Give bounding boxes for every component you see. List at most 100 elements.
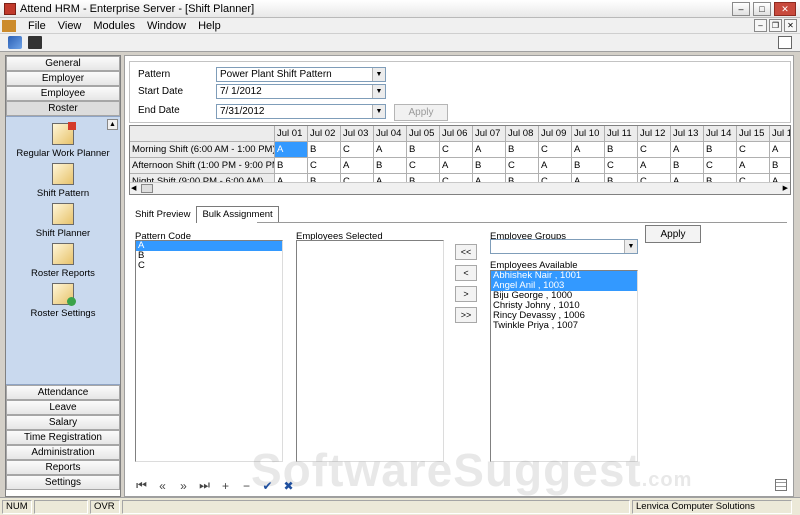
scroll-up-icon[interactable]: ▲ [107,119,118,130]
shift-cell[interactable]: B [770,158,790,174]
first-record-icon[interactable]: ⏮ [135,478,148,493]
shift-name[interactable]: Morning Shift (6:00 AM - 1:00 PM) [130,142,275,158]
shift-cell[interactable]: B [671,158,704,174]
shift-cell[interactable]: A [572,142,605,158]
pattern-code-list[interactable]: ABC [135,240,283,462]
nav-time-registration[interactable]: Time Registration [6,430,120,445]
nav-employee[interactable]: Employee [6,86,120,101]
shift-cell[interactable]: A [539,158,572,174]
nav-attendance[interactable]: Attendance [6,385,120,400]
shift-cell[interactable]: C [539,142,572,158]
nav-roster-reports[interactable]: Roster Reports [6,243,120,279]
employee-item[interactable]: Twinkle Priya , 1007 [491,321,637,331]
grid-day-header[interactable]: Jul 02 [308,126,341,142]
grid-day-header[interactable]: Jul 08 [506,126,539,142]
start-date-picker[interactable]: 7/ 1/2012 ▼ [216,84,386,99]
shift-cell[interactable]: B [473,158,506,174]
nav-regular-work-planner[interactable]: Regular Work Planner [6,122,120,159]
scroll-thumb[interactable] [141,184,153,193]
grid-day-header[interactable]: Jul 05 [407,126,440,142]
grid-day-header[interactable]: Jul 04 [374,126,407,142]
shift-cell[interactable]: A [473,142,506,158]
shift-cell[interactable]: B [407,142,440,158]
shift-cell[interactable]: A [440,158,473,174]
mdi-child-icon[interactable] [2,19,16,32]
nav-settings[interactable]: Settings [6,475,120,490]
grid-day-header[interactable]: Jul 03 [341,126,374,142]
nav-reports[interactable]: Reports [6,460,120,475]
shift-cell[interactable]: B [572,158,605,174]
shift-cell[interactable]: A [770,142,790,158]
mdi-close-button[interactable]: ✕ [784,19,797,32]
menu-view[interactable]: View [52,20,88,32]
nav-employer[interactable]: Employer [6,71,120,86]
pattern-code-item[interactable]: C [136,261,282,271]
apply-bulk-button[interactable]: Apply [645,225,701,243]
pattern-code-item[interactable]: B [136,251,282,261]
next-page-icon[interactable]: » [177,479,190,493]
save-icon[interactable]: ✔ [261,479,274,493]
scroll-left-icon[interactable]: ◀ [131,184,136,192]
shift-cell[interactable]: C [506,158,539,174]
menu-window[interactable]: Window [141,20,192,32]
previous-page-icon[interactable]: « [156,479,169,493]
grid-day-header[interactable]: Jul 01 [275,126,308,142]
grid-day-header[interactable]: Jul 16 [770,126,790,142]
move-all-right-button[interactable]: >> [455,307,477,323]
move-all-left-button[interactable]: << [455,244,477,260]
grid-day-header[interactable]: Jul 10 [572,126,605,142]
grid-day-header[interactable]: Jul 09 [539,126,572,142]
nav-leave[interactable]: Leave [6,400,120,415]
shift-cell[interactable]: A [737,158,770,174]
scroll-right-icon[interactable]: ▶ [783,184,788,192]
mdi-restore-button[interactable]: ❐ [769,19,782,32]
shift-cell[interactable]: C [308,158,341,174]
shift-cell[interactable]: A [275,142,308,158]
grid-options-icon[interactable] [775,479,787,491]
remove-icon[interactable]: − [240,479,253,493]
shift-cell[interactable]: C [638,142,671,158]
grid-day-header[interactable]: Jul 12 [638,126,671,142]
maximize-button[interactable]: □ [753,2,771,16]
menu-help[interactable]: Help [192,20,227,32]
minimize-button[interactable]: – [732,2,750,16]
nav-general[interactable]: General [6,56,120,71]
employees-selected-list[interactable] [296,240,444,462]
end-date-picker[interactable]: 7/31/2012 ▼ [216,104,386,119]
pattern-select[interactable]: Power Plant Shift Pattern ▼ [216,67,386,82]
tab-bulk-assignment[interactable]: Bulk Assignment [196,206,279,223]
apply-filter-button[interactable]: Apply [394,104,448,121]
nav-shift-pattern[interactable]: Shift Pattern [6,163,120,199]
chevron-down-icon[interactable]: ▼ [372,105,385,118]
book-icon[interactable] [8,36,22,49]
grid-day-header[interactable]: Jul 07 [473,126,506,142]
shift-cell[interactable]: B [605,142,638,158]
pattern-code-item[interactable]: A [136,241,282,251]
employees-available-list[interactable]: Abhishek Nair , 1001 Angel Anil , 1003 Bij… [490,270,638,462]
shift-cell[interactable]: C [407,158,440,174]
employee-groups-select[interactable]: ▼ [490,239,638,254]
shift-cell[interactable]: A [341,158,374,174]
close-button[interactable]: ✕ [774,2,796,16]
shift-cell[interactable]: C [704,158,737,174]
tab-shift-preview[interactable]: Shift Preview [129,206,196,223]
grid-day-header[interactable]: Jul 06 [440,126,473,142]
chevron-down-icon[interactable]: ▼ [372,85,385,98]
clock-icon[interactable] [28,36,42,49]
shift-cell[interactable]: B [275,158,308,174]
menu-file[interactable]: File [22,20,52,32]
nav-administration[interactable]: Administration [6,445,120,460]
shift-cell[interactable]: A [671,142,704,158]
shift-cell[interactable]: C [341,142,374,158]
menu-modules[interactable]: Modules [87,20,141,32]
last-record-icon[interactable]: ⏭ [198,478,211,493]
grid-day-header[interactable]: Jul 11 [605,126,638,142]
nav-shift-planner[interactable]: Shift Planner [6,203,120,239]
chevron-down-icon[interactable]: ▼ [372,68,385,81]
chevron-down-icon[interactable]: ▼ [624,240,637,253]
shift-cell[interactable]: A [638,158,671,174]
shift-cell[interactable]: B [704,142,737,158]
shift-cell[interactable]: B [374,158,407,174]
shift-cell[interactable]: A [374,142,407,158]
shift-cell[interactable]: C [605,158,638,174]
